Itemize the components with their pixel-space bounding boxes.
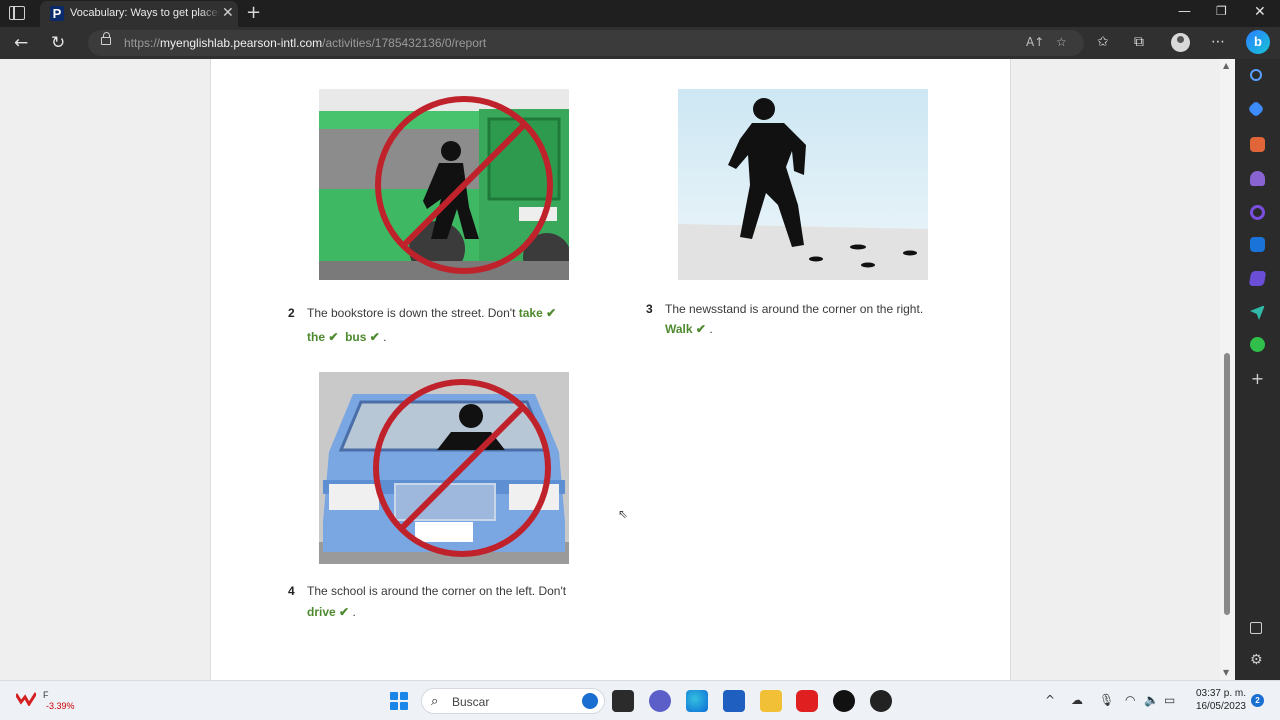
onedrive-alert-icon[interactable]: ☁ [1071,693,1083,707]
page-viewport: 2 The bookstore is down the street. Don'… [0,59,1220,680]
url-text: https://myenglishlab.pearson-intl.com/ac… [124,36,487,50]
show-hidden-icons-icon[interactable]: ^ [1045,693,1055,707]
tree-icon[interactable] [1250,337,1265,352]
window-close-icon[interactable]: ✕ [1254,4,1266,20]
volume-icon[interactable]: 🔈 [1144,693,1159,707]
answer-word: the [307,330,325,344]
answer-word: Walk [665,322,693,336]
stock-change: -3.39% [46,701,75,711]
browser-toolbar: ← ↻ https://myenglishlab.pearson-intl.co… [0,27,1280,59]
add-icon[interactable]: + [1250,371,1265,387]
exercise-number: 2 [288,306,295,320]
stock-chart-icon [16,692,36,706]
task-view-icon[interactable] [612,690,634,712]
windows-taskbar: F -3.39% ⌕ Buscar ^ ☁ 🎙 ◠ 🔈 ▭ 03:37 p. m… [0,680,1280,720]
walking-person-illustration [678,89,928,280]
exercise-sentence: The school is around the corner on the l… [307,581,597,623]
correct-check-icon: ✔ [546,306,557,320]
exercise-sentence: The bookstore is down the street. Don't … [307,301,577,349]
exercise-prompt: The bookstore is down the street. Don't [307,306,516,320]
clock-date: 16/05/2023 [1195,701,1246,712]
youtube-icon[interactable] [796,690,818,712]
exercise-sentence: The newsstand is around the corner on th… [665,299,965,339]
sentence-end: . [352,605,356,619]
read-aloud-icon[interactable]: A↑ [1026,35,1044,49]
exercise-number: 4 [288,584,295,598]
notification-count-badge[interactable]: 2 [1251,694,1264,707]
more-menu-icon[interactable]: ⋯ [1211,34,1225,50]
tab-title: Vocabulary: Ways to get places 2 [70,7,220,19]
minimize-icon[interactable]: — [1178,4,1191,19]
settings-gear-icon[interactable]: ⚙ [1250,653,1265,668]
recorder-icon[interactable] [870,690,892,712]
new-tab-button[interactable]: + [246,2,261,23]
battery-icon[interactable]: ▭ [1164,693,1175,707]
tab-actions-icon[interactable] [9,6,25,20]
add-favorite-icon[interactable]: ☆ [1056,35,1067,49]
collections-icon[interactable]: ⧉ [1134,34,1144,50]
bing-copilot-icon[interactable]: b [1246,30,1270,54]
activity-report-sheet: 2 The bookstore is down the street. Don'… [210,59,1011,680]
answer-word: bus [345,330,367,344]
answer-word: drive [307,605,336,619]
exercise-number: 3 [646,302,653,316]
lock-icon[interactable] [101,32,111,45]
file-explorer-icon[interactable] [760,690,782,712]
stock-ticker: F [43,690,49,700]
microphone-icon[interactable]: 🎙 [1099,693,1114,707]
search-icon: ⌕ [431,694,439,709]
correct-check-icon: ✔ [339,605,350,619]
tools-icon[interactable] [1250,137,1265,152]
address-bar[interactable]: https://myenglishlab.pearson-intl.com/ac… [88,30,1084,56]
windows-start-icon[interactable] [390,692,408,710]
profile-avatar[interactable] [1171,33,1190,52]
tab-strip: P Vocabulary: Ways to get places 2 ✕ + —… [0,0,1280,27]
taskbar-search[interactable]: ⌕ Buscar [421,688,605,714]
no-bus-illustration [319,89,569,280]
mouse-pointer-icon: ⇖ [618,507,629,521]
clock-time: 03:37 p. m. [1195,688,1246,699]
system-clock[interactable]: 03:37 p. m. 16/05/2023 [1188,687,1246,713]
back-arrow-icon[interactable]: ← [14,33,28,53]
correct-check-icon: ✔ [369,330,380,344]
bing-badge-icon [582,693,598,709]
outlook-icon[interactable] [1250,237,1265,252]
pearson-favicon-icon: P [50,6,64,21]
search-icon[interactable] [1250,69,1262,81]
refresh-icon[interactable]: ↻ [51,33,65,53]
edge-sidebar: + ⚙ [1235,59,1280,680]
wifi-icon[interactable]: ◠ [1125,693,1135,707]
edge-browser-icon[interactable] [686,690,708,712]
tiktok-icon[interactable] [833,690,855,712]
page-scrollbar[interactable]: ▲ ▼ [1220,59,1235,680]
games-icon[interactable] [1250,171,1265,186]
favorites-icon[interactable]: ✩ [1097,34,1109,50]
no-car-illustration [319,372,569,564]
exercise-prompt: The newsstand is around the corner on th… [665,302,924,316]
sentence-end: . [709,322,713,336]
correct-check-icon: ✔ [328,330,339,344]
sidebar-toggle-icon[interactable] [1250,622,1262,634]
scroll-up-arrow-icon[interactable]: ▲ [1223,61,1229,70]
search-placeholder: Buscar [452,695,490,709]
maximize-icon[interactable]: ❐ [1216,4,1227,18]
sentence-end: . [383,330,387,344]
exercise-prompt: The school is around the corner on the l… [307,584,567,598]
designer-icon[interactable] [1248,271,1267,286]
tab-active[interactable]: P Vocabulary: Ways to get places 2 ✕ [40,1,238,27]
correct-check-icon: ✔ [695,322,706,336]
answer-word: take [518,306,543,320]
microsoft-365-icon[interactable] [1250,205,1265,220]
chat-icon[interactable] [649,690,671,712]
shopping-tag-icon[interactable] [1247,100,1265,118]
tab-close-icon[interactable]: ✕ [222,5,234,21]
send-icon[interactable] [1250,305,1265,320]
scroll-down-arrow-icon[interactable]: ▼ [1223,668,1229,677]
scroll-thumb[interactable] [1224,353,1230,615]
microsoft-store-icon[interactable] [723,690,745,712]
